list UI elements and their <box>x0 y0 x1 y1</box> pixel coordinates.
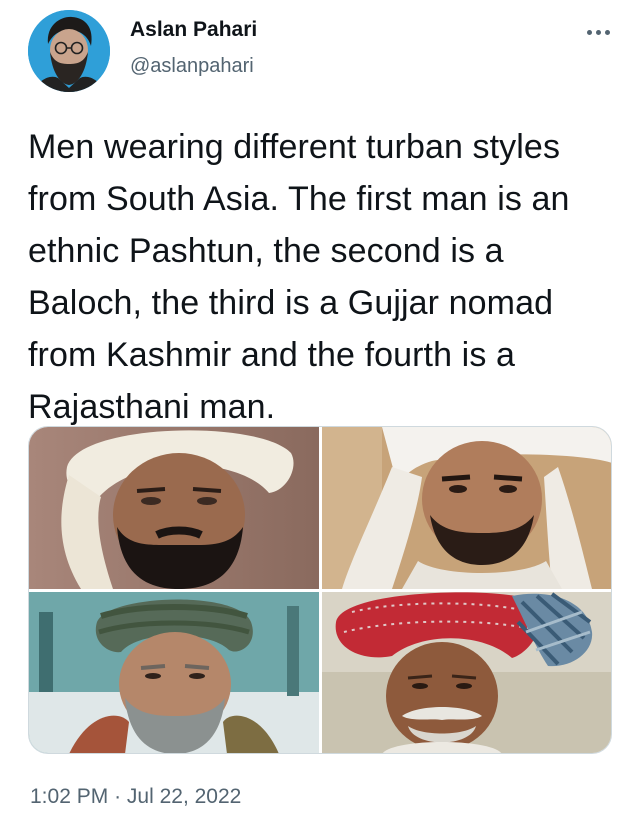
tweet-date: Jul 22, 2022 <box>126 785 242 808</box>
gujjar-man-image <box>29 592 319 753</box>
rajasthani-man-image <box>322 592 611 753</box>
more-dot <box>604 29 610 35</box>
author-avatar[interactable] <box>28 10 110 92</box>
bearded-man-avatar-icon <box>28 10 110 92</box>
photo-pashtun-man[interactable] <box>29 427 319 589</box>
tweet-text: Men wearing different turban styles from… <box>28 128 570 426</box>
photo-rajasthani-man[interactable] <box>322 592 611 753</box>
photo-baloch-man[interactable] <box>322 427 611 589</box>
tweet-time: 1:02 PM <box>30 785 109 808</box>
baloch-man-image <box>322 427 611 589</box>
tweet: Aslan Pahari @aslanpahari Men wearing di… <box>0 0 640 814</box>
pashtun-man-image <box>29 427 319 589</box>
photo-gujjar-man[interactable] <box>29 592 319 753</box>
author-name[interactable]: Aslan Pahari <box>130 18 257 42</box>
timestamp-separator: · <box>114 785 122 808</box>
more-horizontal-icon <box>586 29 592 35</box>
photo-grid[interactable] <box>28 426 612 754</box>
more-dot <box>595 29 601 35</box>
more-options-button[interactable] <box>578 22 618 42</box>
tweet-timestamp[interactable]: 1:02 PM · Jul 22, 2022 <box>30 785 241 809</box>
author-handle[interactable]: @aslanpahari <box>130 55 254 78</box>
